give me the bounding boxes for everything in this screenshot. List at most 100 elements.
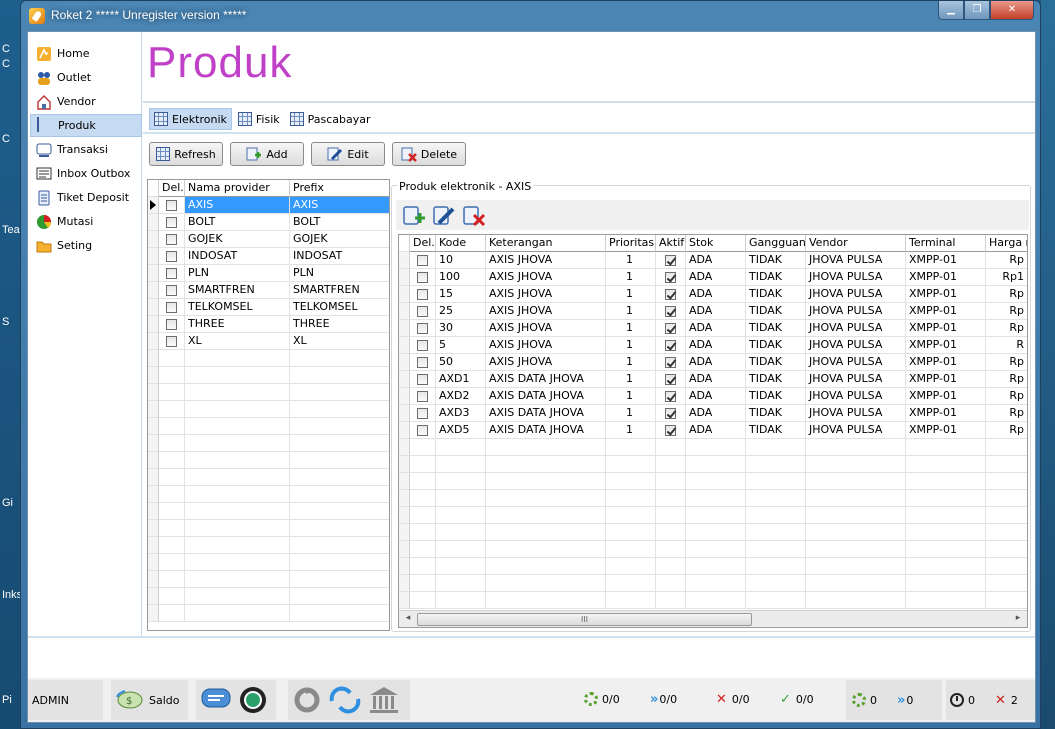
table-row[interactable]: 15 AXIS JHOVA 1 ADA TIDAK JHOVA PULSA XMPP-01 R… (399, 286, 1027, 303)
delete-checkbox[interactable] (166, 319, 177, 330)
refresh-button[interactable]: Refresh (149, 142, 223, 166)
delete-checkbox[interactable] (417, 374, 428, 385)
delete-checkbox[interactable] (417, 340, 428, 351)
sidebar-item-produk[interactable]: Produk (30, 114, 142, 137)
delete-checkbox[interactable] (166, 302, 177, 313)
edit-product-icon[interactable] (432, 203, 456, 227)
terminal-cell: XMPP-01 (906, 269, 986, 286)
column-header: Aktif (656, 235, 686, 252)
table-row[interactable]: 30 AXIS JHOVA 1 ADA TIDAK JHOVA PULSA XMPP-01 R… (399, 320, 1027, 337)
delete-product-icon[interactable] (462, 203, 486, 227)
del-cell (159, 401, 185, 418)
empty-cell (185, 588, 290, 605)
aktif-checkbox[interactable] (665, 408, 676, 419)
clock-icon (950, 693, 964, 707)
aktif-checkbox[interactable] (665, 374, 676, 385)
delete-checkbox[interactable] (166, 251, 177, 262)
sidebar-item-mutasi[interactable]: Mutasi (30, 210, 142, 233)
empty-cell (606, 558, 656, 575)
delete-button[interactable]: Delete (392, 142, 466, 166)
minimize-button[interactable]: ▁ (938, 1, 964, 20)
aktif-checkbox[interactable] (665, 357, 676, 368)
table-row[interactable]: AXIS AXIS (148, 197, 389, 214)
delete-checkbox[interactable] (417, 289, 428, 300)
scroll-thumb[interactable]: III (417, 613, 752, 626)
table-row[interactable]: AXD1 AXIS DATA JHOVA 1 ADA TIDAK JHOVA PULSA X… (399, 371, 1027, 388)
delete-checkbox[interactable] (417, 391, 428, 402)
delete-checkbox[interactable] (166, 200, 177, 211)
chat-icon[interactable] (200, 685, 234, 715)
empty-cell (686, 524, 746, 541)
table-row[interactable]: AXD3 AXIS DATA JHOVA 1 ADA TIDAK JHOVA PULSA X… (399, 405, 1027, 422)
bank-icon[interactable] (368, 685, 400, 715)
aktif-checkbox[interactable] (665, 391, 676, 402)
title-bar[interactable]: Roket 2 ***** Unregister version ***** ▁… (21, 1, 1040, 31)
aktif-checkbox[interactable] (665, 425, 676, 436)
delete-checkbox[interactable] (166, 285, 177, 296)
delete-checkbox[interactable] (417, 306, 428, 317)
sidebar-item-home[interactable]: Home (30, 42, 142, 65)
delete-checkbox[interactable] (417, 357, 428, 368)
tab-pascabayar[interactable]: Pascabayar (286, 108, 375, 130)
table-row[interactable]: 5 AXIS JHOVA 1 ADA TIDAK JHOVA PULSA XMPP-01 R (399, 337, 1027, 354)
table-row[interactable]: 100 AXIS JHOVA 1 ADA TIDAK JHOVA PULSA XMPP-01… (399, 269, 1027, 286)
add-button[interactable]: Add (230, 142, 304, 166)
delete-checkbox[interactable] (166, 217, 177, 228)
delete-checkbox[interactable] (417, 255, 428, 266)
provider-grid[interactable]: Del. Nama provider Prefix AXIS AXIS BOLT BOLT G… (147, 179, 390, 631)
tab-elektronik[interactable]: Elektronik (149, 108, 232, 130)
aktif-checkbox[interactable] (665, 289, 676, 300)
terminal-cell: XMPP-01 (906, 422, 986, 439)
delete-checkbox[interactable] (417, 272, 428, 283)
keterangan-cell: AXIS DATA JHOVA (486, 405, 606, 422)
table-row[interactable]: SMARTFREN SMARTFREN (148, 282, 389, 299)
sidebar-item-vendor[interactable]: Vendor (30, 90, 142, 113)
maximize-button[interactable]: ❐ (964, 1, 990, 20)
table-row[interactable]: XL XL (148, 333, 389, 350)
close-button[interactable]: ✕ (990, 1, 1034, 20)
kode-cell: AXD5 (436, 422, 486, 439)
table-row[interactable]: GOJEK GOJEK (148, 231, 389, 248)
table-row[interactable]: AXD5 AXIS DATA JHOVA 1 ADA TIDAK JHOVA PULSA X… (399, 422, 1027, 439)
delete-checkbox[interactable] (166, 234, 177, 245)
table-row[interactable]: 10 AXIS JHOVA 1 ADA TIDAK JHOVA PULSA XMPP-01 R… (399, 252, 1027, 269)
refresh-icon[interactable] (292, 685, 322, 715)
table-row[interactable]: THREE THREE (148, 316, 389, 333)
empty-cell (986, 524, 1027, 541)
edit-button[interactable]: Edit (311, 142, 385, 166)
sidebar-item-transaksi[interactable]: Transaksi (30, 138, 142, 161)
add-product-icon[interactable] (402, 203, 426, 227)
empty-cell (486, 592, 606, 609)
column-header: Stok (686, 235, 746, 252)
horizontal-scrollbar[interactable]: ◂ III ▸ (399, 610, 1027, 627)
table-row[interactable]: 50 AXIS JHOVA 1 ADA TIDAK JHOVA PULSA XMPP-01 R… (399, 354, 1027, 371)
sidebar-item-inbox-outbox[interactable]: Inbox Outbox (30, 162, 142, 185)
table-row[interactable]: INDOSAT INDOSAT (148, 248, 389, 265)
kode-cell: 30 (436, 320, 486, 337)
tab-fisik[interactable]: Fisik (234, 108, 284, 130)
scroll-right-icon[interactable]: ▸ (1011, 613, 1025, 623)
aktif-checkbox[interactable] (665, 255, 676, 266)
aktif-checkbox[interactable] (665, 340, 676, 351)
sidebar-item-seting[interactable]: Seting (30, 234, 142, 257)
table-row[interactable]: PLN PLN (148, 265, 389, 282)
sync-icon[interactable] (328, 685, 362, 715)
sidebar-item-outlet[interactable]: Outlet (30, 66, 142, 89)
table-row[interactable]: BOLT BOLT (148, 214, 389, 231)
delete-checkbox[interactable] (417, 323, 428, 334)
aktif-checkbox[interactable] (665, 323, 676, 334)
delete-checkbox[interactable] (166, 336, 177, 347)
delete-checkbox[interactable] (166, 268, 177, 279)
whatsapp-icon[interactable] (238, 685, 268, 715)
aktif-checkbox[interactable] (665, 306, 676, 317)
table-row[interactable]: TELKOMSEL TELKOMSEL (148, 299, 389, 316)
delete-checkbox[interactable] (417, 408, 428, 419)
aktif-checkbox[interactable] (665, 272, 676, 283)
delete-checkbox[interactable] (417, 425, 428, 436)
saldo-button[interactable]: $ Saldo (111, 680, 188, 720)
scroll-left-icon[interactable]: ◂ (401, 613, 415, 623)
product-grid[interactable]: ◂ III ▸ Del. Kode Keterangan Prioritas Aktif… (398, 234, 1028, 628)
table-row[interactable]: 25 AXIS JHOVA 1 ADA TIDAK JHOVA PULSA XMPP-01 R… (399, 303, 1027, 320)
sidebar-item-tiket-deposit[interactable]: Tiket Deposit (30, 186, 142, 209)
table-row[interactable]: AXD2 AXIS DATA JHOVA 1 ADA TIDAK JHOVA PULSA X… (399, 388, 1027, 405)
